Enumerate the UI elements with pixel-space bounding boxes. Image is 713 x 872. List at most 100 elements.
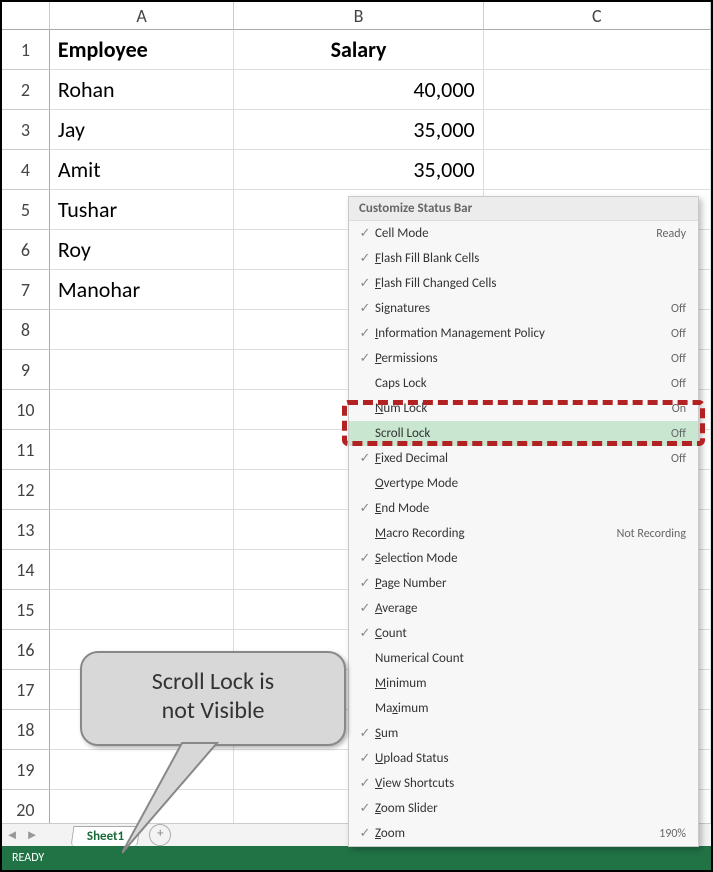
checkmark-icon: ✓ [355,776,375,791]
cell[interactable] [484,30,711,70]
menu-item[interactable]: ✓Fixed DecimalOff [349,446,698,471]
menu-item[interactable]: Minimum [349,671,698,696]
checkmark-icon: ✓ [355,826,375,841]
menu-item[interactable]: ✓SignaturesOff [349,296,698,321]
cell[interactable] [50,390,234,430]
menu-item[interactable]: Maximum [349,696,698,721]
menu-item[interactable]: ✓Flash Fill Changed Cells [349,271,698,296]
cell[interactable]: 35,000 [234,110,483,150]
menu-item[interactable]: ✓PermissionsOff [349,346,698,371]
menu-item[interactable]: Overtype Mode [349,471,698,496]
menu-item[interactable]: Macro RecordingNot Recording [349,521,698,546]
cell[interactable] [484,70,711,110]
checkmark-icon: ✓ [355,801,375,816]
menu-item[interactable]: ✓Zoom Slider [349,796,698,821]
row-header[interactable]: 12 [2,470,50,510]
menu-item-label: Macro Recording [375,526,617,541]
menu-item[interactable]: ✓Information Management PolicyOff [349,321,698,346]
menu-item-label: Overtype Mode [375,476,686,491]
cell[interactable] [50,590,234,630]
cell[interactable]: 40,000 [234,70,483,110]
menu-item-label: Minimum [375,676,686,691]
row-header[interactable]: 9 [2,350,50,390]
status-bar[interactable]: READY [2,846,711,870]
table-row: 1EmployeeSalary [2,30,711,70]
menu-item[interactable]: Numerical Count [349,646,698,671]
row-header[interactable]: 1 [2,30,50,70]
row-header[interactable]: 11 [2,430,50,470]
cell[interactable] [484,150,711,190]
checkmark-icon: ✓ [355,326,375,341]
row-header[interactable]: 6 [2,230,50,270]
cell[interactable]: Jay [50,110,234,150]
cell[interactable]: Employee [50,30,234,70]
menu-item[interactable]: ✓Flash Fill Blank Cells [349,246,698,271]
row-header[interactable]: 17 [2,670,50,710]
col-header-b[interactable]: B [234,2,483,30]
callout-text-line1: Scroll Lock is [92,667,334,696]
row-header[interactable]: 14 [2,550,50,590]
row-header[interactable]: 5 [2,190,50,230]
menu-item-label: Zoom [375,826,659,841]
cell[interactable]: Salary [234,30,483,70]
cell[interactable] [50,350,234,390]
row-header[interactable]: 7 [2,270,50,310]
select-all-corner[interactable] [2,2,50,30]
menu-item[interactable]: ✓Selection Mode [349,546,698,571]
cell[interactable] [50,470,234,510]
menu-item-label: Flash Fill Blank Cells [375,251,686,266]
col-header-a[interactable]: A [50,2,234,30]
menu-item[interactable]: ✓Page Number [349,571,698,596]
cell[interactable] [50,510,234,550]
row-header[interactable]: 10 [2,390,50,430]
menu-item[interactable]: ✓Cell ModeReady [349,221,698,246]
menu-item[interactable]: ✓End Mode [349,496,698,521]
cell[interactable] [484,110,711,150]
table-row: 4Amit35,000 [2,150,711,190]
cell[interactable]: Rohan [50,70,234,110]
row-header[interactable]: 18 [2,710,50,750]
row-header[interactable]: 16 [2,630,50,670]
customize-status-bar-menu: Customize Status Bar ✓Cell ModeReady✓Fla… [348,196,699,847]
menu-item[interactable]: ✓Zoom190% [349,821,698,846]
row-header[interactable]: 4 [2,150,50,190]
menu-item[interactable]: ✓Sum [349,721,698,746]
menu-item[interactable]: ✓View Shortcuts [349,771,698,796]
row-header[interactable]: 2 [2,70,50,110]
row-header[interactable]: 15 [2,590,50,630]
menu-item[interactable]: Scroll LockOff [349,421,698,446]
tab-nav-next-icon[interactable]: ► [22,827,42,843]
col-header-c[interactable]: C [484,2,711,30]
menu-item[interactable]: ✓Count [349,621,698,646]
cell[interactable]: 35,000 [234,150,483,190]
menu-item-label: Caps Lock [375,376,671,391]
cell[interactable]: Amit [50,150,234,190]
cell[interactable]: Roy [50,230,234,270]
menu-item[interactable]: ✓Average [349,596,698,621]
cell[interactable] [50,550,234,590]
menu-item-label: Page Number [375,576,686,591]
row-header[interactable]: 8 [2,310,50,350]
checkmark-icon: ✓ [355,626,375,641]
cell[interactable]: Manohar [50,270,234,310]
tab-nav-prev-icon[interactable]: ◄ [2,827,22,843]
checkmark-icon: ✓ [355,726,375,741]
table-row: 2Rohan40,000 [2,70,711,110]
menu-item-status: Off [671,352,686,366]
menu-item[interactable]: Num LockOn [349,396,698,421]
menu-item[interactable]: Caps LockOff [349,371,698,396]
row-header[interactable]: 13 [2,510,50,550]
menu-item-label: Num Lock [375,401,672,416]
menu-item-status: Off [671,452,686,466]
menu-item-label: Maximum [375,701,686,716]
menu-item-status: Not Recording [617,527,686,541]
row-header[interactable]: 19 [2,750,50,790]
cell[interactable] [50,310,234,350]
menu-item-label: End Mode [375,501,686,516]
cell[interactable]: Tushar [50,190,234,230]
checkmark-icon: ✓ [355,351,375,366]
menu-item[interactable]: ✓Upload Status [349,746,698,771]
row-header[interactable]: 3 [2,110,50,150]
menu-item-label: Zoom Slider [375,801,686,816]
cell[interactable] [50,430,234,470]
